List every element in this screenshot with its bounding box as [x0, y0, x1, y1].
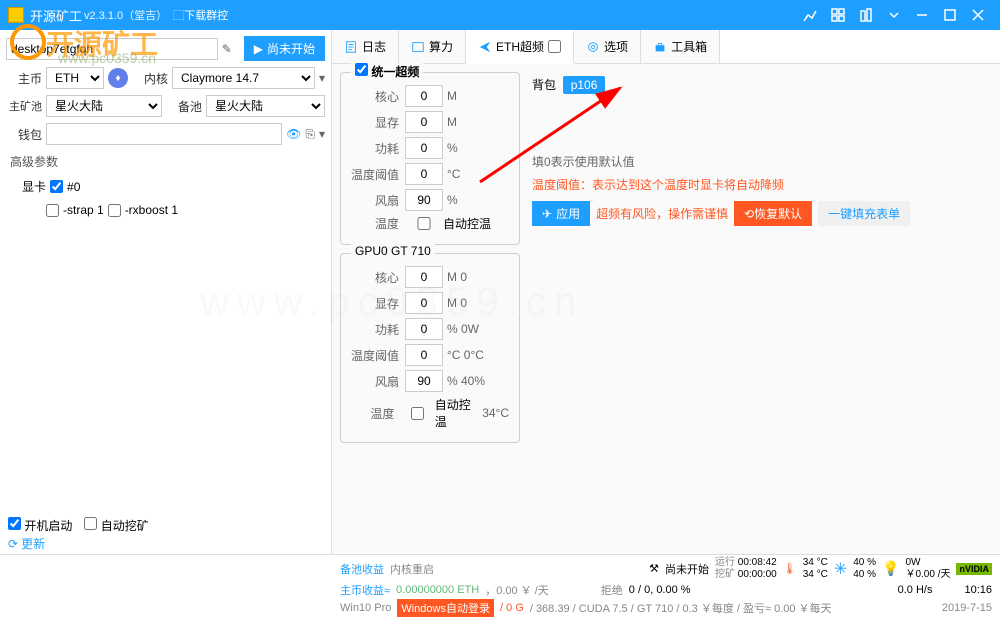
sb-date: 2019-7-15	[942, 602, 992, 614]
grid-icon[interactable]	[824, 1, 852, 29]
sb-zerog: / 0 G	[500, 602, 524, 614]
sb-status: 尚未开始	[665, 561, 709, 577]
hint-default: 填0表示使用默认值	[532, 153, 992, 170]
close-button[interactable]	[964, 1, 992, 29]
sb-kernel-restart: 内核重启	[390, 561, 434, 577]
pool2-select[interactable]: 星火大陆	[206, 95, 325, 117]
gpu0-checkbox[interactable]	[50, 180, 63, 193]
coin-label: 主币	[6, 70, 42, 87]
unified-title: 统一超频	[371, 65, 419, 79]
sb-autologin[interactable]: Windows自动登录	[397, 599, 494, 617]
fill-button[interactable]: 一键填充表单	[818, 201, 910, 226]
tab-oc[interactable]: ETH超频	[466, 31, 574, 64]
fan-input[interactable]	[405, 189, 443, 211]
kernel-select[interactable]: Claymore 14.7	[172, 67, 315, 89]
mem-input[interactable]	[405, 111, 443, 133]
g0-power-input[interactable]	[405, 318, 443, 340]
adv-params-label: 高级参数	[10, 153, 325, 170]
maximize-button[interactable]	[936, 1, 964, 29]
wallet-label: 钱包	[6, 126, 42, 143]
g0-mem-input[interactable]	[405, 292, 443, 314]
rxboost-checkbox[interactable]	[108, 204, 121, 217]
sidebar: ✎ ▶ 尚未开始 主币 ETH ♦ 内核 Claymore 14.7 ▾ 主矿池…	[0, 30, 332, 554]
wallet-input[interactable]	[46, 123, 282, 145]
g0-templ-input[interactable]	[405, 344, 443, 366]
g0-fan-input[interactable]	[405, 370, 443, 392]
rxboost-label: -rxboost 1	[125, 203, 178, 217]
auto-mine-check[interactable]: 自动挖矿	[84, 517, 148, 534]
oc-tab-checkbox[interactable]	[548, 40, 561, 53]
oc-warning: 超频有风险，操作需谨慎	[596, 205, 728, 222]
sb-income: 0.00000000 ETH	[396, 584, 479, 596]
coin-select[interactable]: ETH	[46, 67, 104, 89]
temp-limit-input[interactable]	[405, 163, 443, 185]
kernel-down-icon[interactable]: ▾	[319, 71, 325, 85]
tabs: 日志 算力 ETH超频 选项 工具箱	[332, 30, 1000, 64]
hint-temp: 温度阈值：表示达到这个温度时显卡将自动降频	[532, 176, 992, 193]
apply-button[interactable]: ✈应用	[532, 201, 590, 226]
pool2-label: 备池	[166, 98, 202, 115]
fan-icon: ✳	[834, 559, 847, 579]
gpu0-oc-panel: GPU0 GT 710 核心M 0 显存M 0 功耗% 0W 温度阈值°C 0°…	[340, 253, 520, 443]
app-title: 开源矿工	[30, 6, 82, 25]
tab-options[interactable]: 选项	[574, 30, 641, 63]
note-icon[interactable]: ✎	[222, 42, 240, 56]
g0-auto-temp-checkbox[interactable]	[400, 407, 434, 420]
sb-os: Win10 Pro	[340, 602, 391, 614]
download-link[interactable]: ⬚下载群控	[173, 7, 228, 23]
sb-hashrate: 0.0 H/s	[898, 584, 933, 596]
core-input[interactable]	[405, 85, 443, 107]
titlebar: 开源矿工 v2.3.1.0（堂吉） ⬚下载群控	[0, 0, 1000, 30]
eth-icon: ♦	[108, 68, 128, 88]
sb-time: 10:16	[964, 584, 992, 596]
miner-name-input[interactable]	[6, 38, 218, 60]
tab-hashrate[interactable]: 算力	[399, 30, 466, 63]
gpu0-panel-title: GPU0 GT 710	[351, 244, 435, 258]
dropdown-icon[interactable]	[880, 1, 908, 29]
gpu0-label: #0	[67, 180, 80, 194]
copy-icon[interactable]: ⎘	[305, 127, 315, 142]
pack-tag[interactable]: p106	[563, 76, 606, 94]
app-icon	[8, 7, 24, 23]
thermometer-icon: 🌡	[783, 562, 797, 575]
chart-icon[interactable]	[796, 1, 824, 29]
pool-select[interactable]: 星火大陆	[46, 95, 162, 117]
refresh-link[interactable]: ⟳ 更新	[8, 535, 45, 552]
gpu-tree-label: 显卡	[22, 178, 46, 195]
unified-checkbox[interactable]	[355, 63, 368, 76]
content-area: 日志 算力 ETH超频 选项 工具箱 统一超频 核心M 显存M 功耗% 温度阈值…	[332, 30, 1000, 554]
sb-driver: / 368.39 / CUDA 7.5 / GT 710 / 0.3 ￥每度 /…	[530, 600, 832, 616]
app-version: v2.3.1.0（堂吉）	[84, 7, 167, 23]
sb-pool-income[interactable]: 备池收益	[340, 561, 384, 577]
power-input[interactable]	[405, 137, 443, 159]
auto-temp-checkbox[interactable]	[405, 217, 443, 230]
building-icon[interactable]	[852, 1, 880, 29]
sb-income-label: 主币收益≈	[340, 582, 390, 598]
pickaxe-icon: ⚒	[649, 562, 659, 575]
eye-icon[interactable]: 👁	[286, 127, 301, 141]
pool-label: 主矿池	[6, 98, 42, 114]
wallet-down-icon[interactable]: ▾	[319, 127, 325, 141]
minimize-button[interactable]	[908, 1, 936, 29]
strap-checkbox[interactable]	[46, 204, 59, 217]
statusbar: 备池收益 内核重启 ⚒ 尚未开始 运行 00:08:42挖矿 00:00:00 …	[0, 554, 1000, 600]
auto-start-check[interactable]: 开机启动	[8, 517, 72, 534]
restore-button[interactable]: ⟲恢复默认	[734, 201, 812, 226]
tab-log[interactable]: 日志	[332, 30, 399, 63]
kernel-label: 内核	[132, 70, 168, 87]
start-button[interactable]: ▶ 尚未开始	[244, 36, 325, 61]
g0-core-input[interactable]	[405, 266, 443, 288]
pack-label: 背包	[532, 78, 556, 92]
bulb-icon: 💡	[882, 560, 899, 577]
tab-toolbox[interactable]: 工具箱	[641, 30, 720, 63]
unified-oc-panel: 统一超频 核心M 显存M 功耗% 温度阈值°C 风扇% 温度自动控温	[340, 72, 520, 245]
strap-label: -strap 1	[63, 203, 104, 217]
nvidia-badge: nVIDIA	[956, 563, 992, 575]
